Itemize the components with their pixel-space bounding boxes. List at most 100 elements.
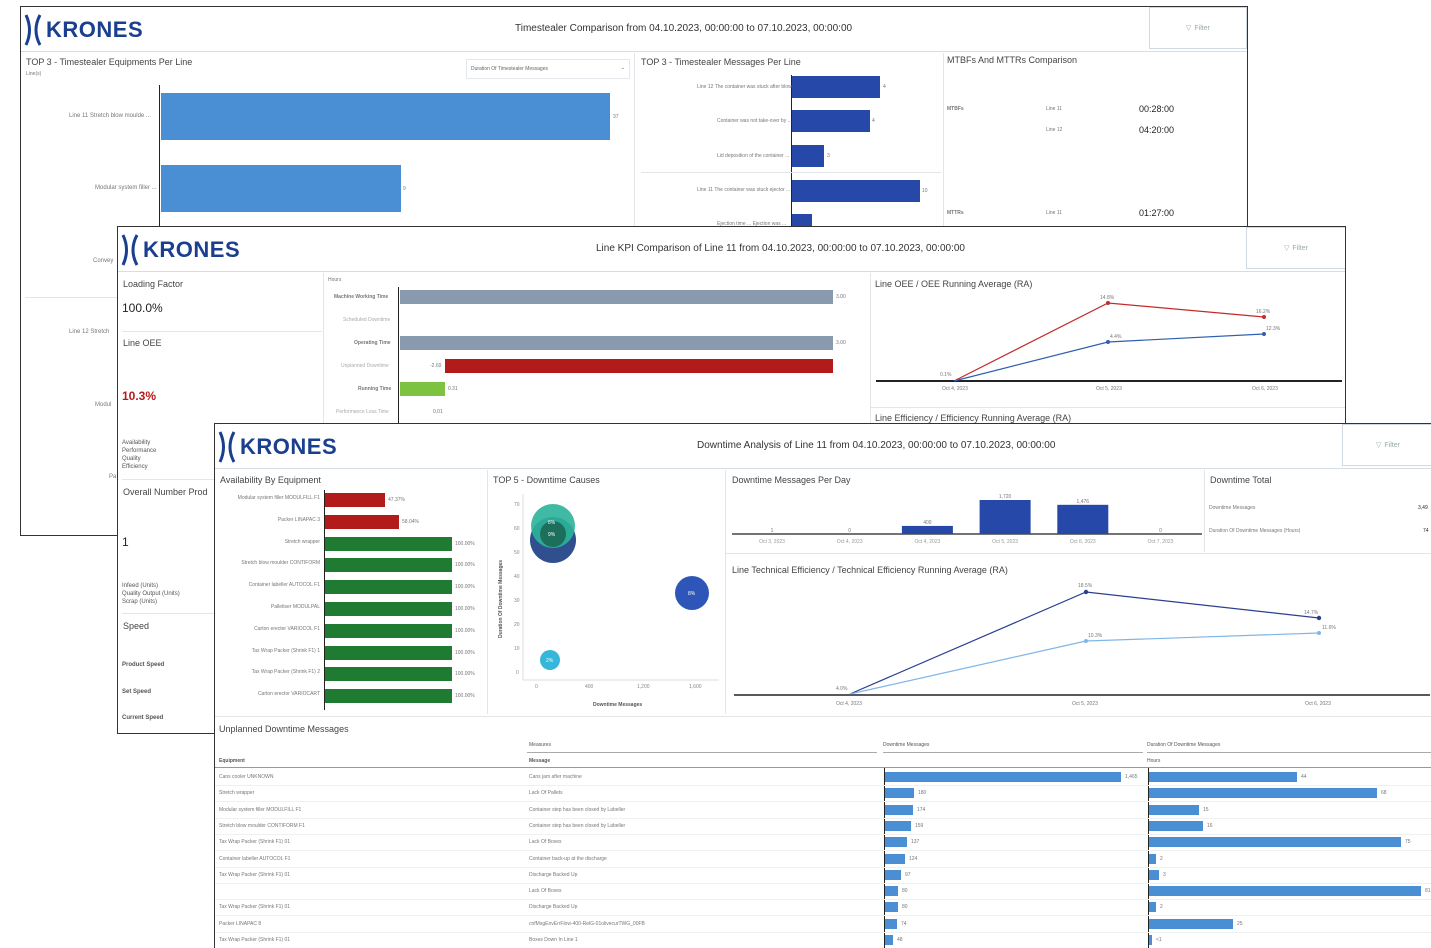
availability-bar[interactable] [325, 667, 452, 682]
table-row-divider [215, 801, 1431, 803]
time-bar[interactable] [445, 359, 833, 373]
availability-bar[interactable] [325, 602, 452, 616]
per-day-x-tick: Oct 4, 2023 [837, 539, 863, 545]
table-count-bar[interactable] [885, 804, 913, 815]
table-header-equipment: Equipment [219, 758, 245, 764]
mtbf-title: MTBFs And MTTRs Comparison [947, 55, 1078, 65]
availability-bar-value: 100.00% [455, 584, 475, 591]
table-count-bar[interactable] [885, 853, 905, 864]
hours-label: Hours [328, 277, 342, 283]
table-duration-value: 2 [1160, 904, 1163, 911]
equip-row-label: Line 11 Stretch blow moulde ... [69, 113, 151, 119]
time-bar[interactable] [400, 382, 445, 396]
equip-measure-dropdown[interactable]: Duration Of Timestealer Messages ⌄ [466, 59, 630, 79]
equip-bar[interactable] [161, 93, 610, 140]
time-bar[interactable] [400, 336, 833, 350]
tech-eff-x-tick: Oct 6, 2023 [1305, 701, 1331, 707]
table-count-bar[interactable] [885, 935, 893, 945]
availability-row-label: Packer LINAPAC 3 [277, 516, 320, 523]
downtime-analysis-window: KRONES Downtime Analysis of Line 11 from… [214, 423, 1431, 948]
messages-bar[interactable] [792, 145, 824, 167]
availability-title: Availability By Equipment [220, 475, 321, 485]
per-day-value: 1 [771, 528, 774, 534]
availability-bar[interactable] [325, 558, 452, 573]
availability-bar[interactable] [325, 514, 399, 529]
section-divider [943, 53, 944, 233]
speed-label: Speed [123, 621, 150, 631]
table-duration-bar[interactable] [1149, 772, 1297, 782]
availability-bar[interactable] [325, 580, 452, 595]
table-count-bar[interactable] [885, 788, 914, 799]
messages-bar[interactable] [792, 110, 870, 132]
availability-row-label: Palletiser MODULPAL [270, 604, 320, 610]
table-count-value: 1,465 [1125, 774, 1138, 780]
table-header-message: Message [529, 758, 551, 764]
mtbf-line: Line 11 [1046, 106, 1063, 112]
availability-bar-value: 100.00% [455, 562, 475, 569]
availability-bar[interactable] [325, 623, 452, 638]
filter-button[interactable]: ▽ Filter [1342, 424, 1431, 466]
causes-y-tick: 0 [516, 670, 519, 676]
table-duration-bar[interactable] [1149, 918, 1233, 929]
table-count-bar[interactable] [885, 837, 907, 848]
availability-bar-value: 100.00% [455, 671, 475, 678]
messages-bar-value: 10 [922, 188, 928, 194]
filter-button[interactable]: ▽ Filter [1149, 7, 1247, 49]
total-row-label: Duration Of Downtime Messages (Hours) [1209, 528, 1301, 534]
table-cell-message: Lack Of Pallets [529, 790, 563, 797]
availability-bar[interactable] [325, 536, 452, 551]
availability-bar[interactable] [325, 645, 452, 660]
oee-breakdown-item: Availability [122, 440, 151, 446]
availability-bar-value: 100.00% [455, 540, 475, 547]
per-day-x-tick: Oct 6, 2023 [1070, 539, 1096, 545]
time-bar-label: Unplanned Downtime [341, 363, 389, 369]
equip-line-divider [25, 297, 119, 298]
header-divider [215, 468, 1431, 469]
mttr-kind: MTTRs [947, 210, 964, 216]
table-duration-bar[interactable] [1149, 837, 1401, 848]
table-duration-bar[interactable] [1149, 935, 1152, 945]
table-cell-message: Lack Of Boxes [529, 888, 562, 895]
table-count-bar[interactable] [885, 869, 901, 880]
production-unit-item: Quality Output (Units) [122, 591, 180, 597]
time-bar[interactable] [400, 290, 833, 304]
availability-bar-value: 100.00% [455, 693, 475, 700]
time-bar-label: Operating Time [354, 340, 391, 346]
messages-bar[interactable] [792, 180, 920, 202]
per-day-x-tick: Oct 3, 2023 [759, 539, 785, 545]
availability-bar[interactable] [325, 493, 385, 507]
messages-chart-title: TOP 3 - Timestealer Messages Per Line [641, 57, 801, 67]
table-cell-message: Container step has been closed by Labell… [529, 822, 626, 829]
table-count-bar[interactable] [885, 902, 898, 913]
mtbf-value: 04:20:00 [1139, 125, 1175, 135]
table-row-divider [215, 915, 1431, 917]
table-duration-bar[interactable] [1149, 853, 1156, 864]
equip-bar[interactable] [161, 165, 401, 212]
table-duration-bar[interactable] [1149, 902, 1156, 913]
table-duration-bar[interactable] [1149, 788, 1377, 799]
table-count-bar[interactable] [885, 820, 911, 831]
tech-eff-label: 18.5% [1078, 583, 1093, 589]
per-day-bar[interactable] [901, 525, 953, 534]
table-cell-message: Discharge Backed Up [529, 904, 578, 911]
table-row-divider [215, 899, 1431, 901]
causes-x-label: Downtime Messages [593, 702, 643, 708]
table-cell-message: cnfMsgEnvErrFlow-400-RelG-01olivecurTWG_… [529, 920, 645, 927]
availability-bar[interactable] [325, 689, 452, 704]
table-count-bar[interactable] [885, 918, 897, 929]
causes-x-tick: 1,200 [637, 684, 650, 690]
tech-eff-label: 11.6% [1322, 625, 1336, 631]
brand-name: KRONES [46, 17, 144, 42]
table-duration-bar[interactable] [1149, 804, 1199, 815]
table-duration-bar[interactable] [1149, 869, 1159, 880]
oee-x-tick: Oct 5, 2023 [1096, 386, 1122, 392]
per-day-bar[interactable] [1057, 504, 1109, 534]
table-count-bar[interactable] [885, 886, 898, 897]
per-day-bar[interactable] [979, 500, 1031, 534]
downtime-total-title: Downtime Total [1210, 475, 1272, 485]
messages-bar[interactable] [792, 76, 880, 98]
filter-button[interactable]: ▽ Filter [1246, 227, 1345, 269]
table-duration-bar[interactable] [1149, 886, 1421, 897]
table-count-bar[interactable] [885, 772, 1121, 782]
table-duration-bar[interactable] [1149, 820, 1203, 831]
